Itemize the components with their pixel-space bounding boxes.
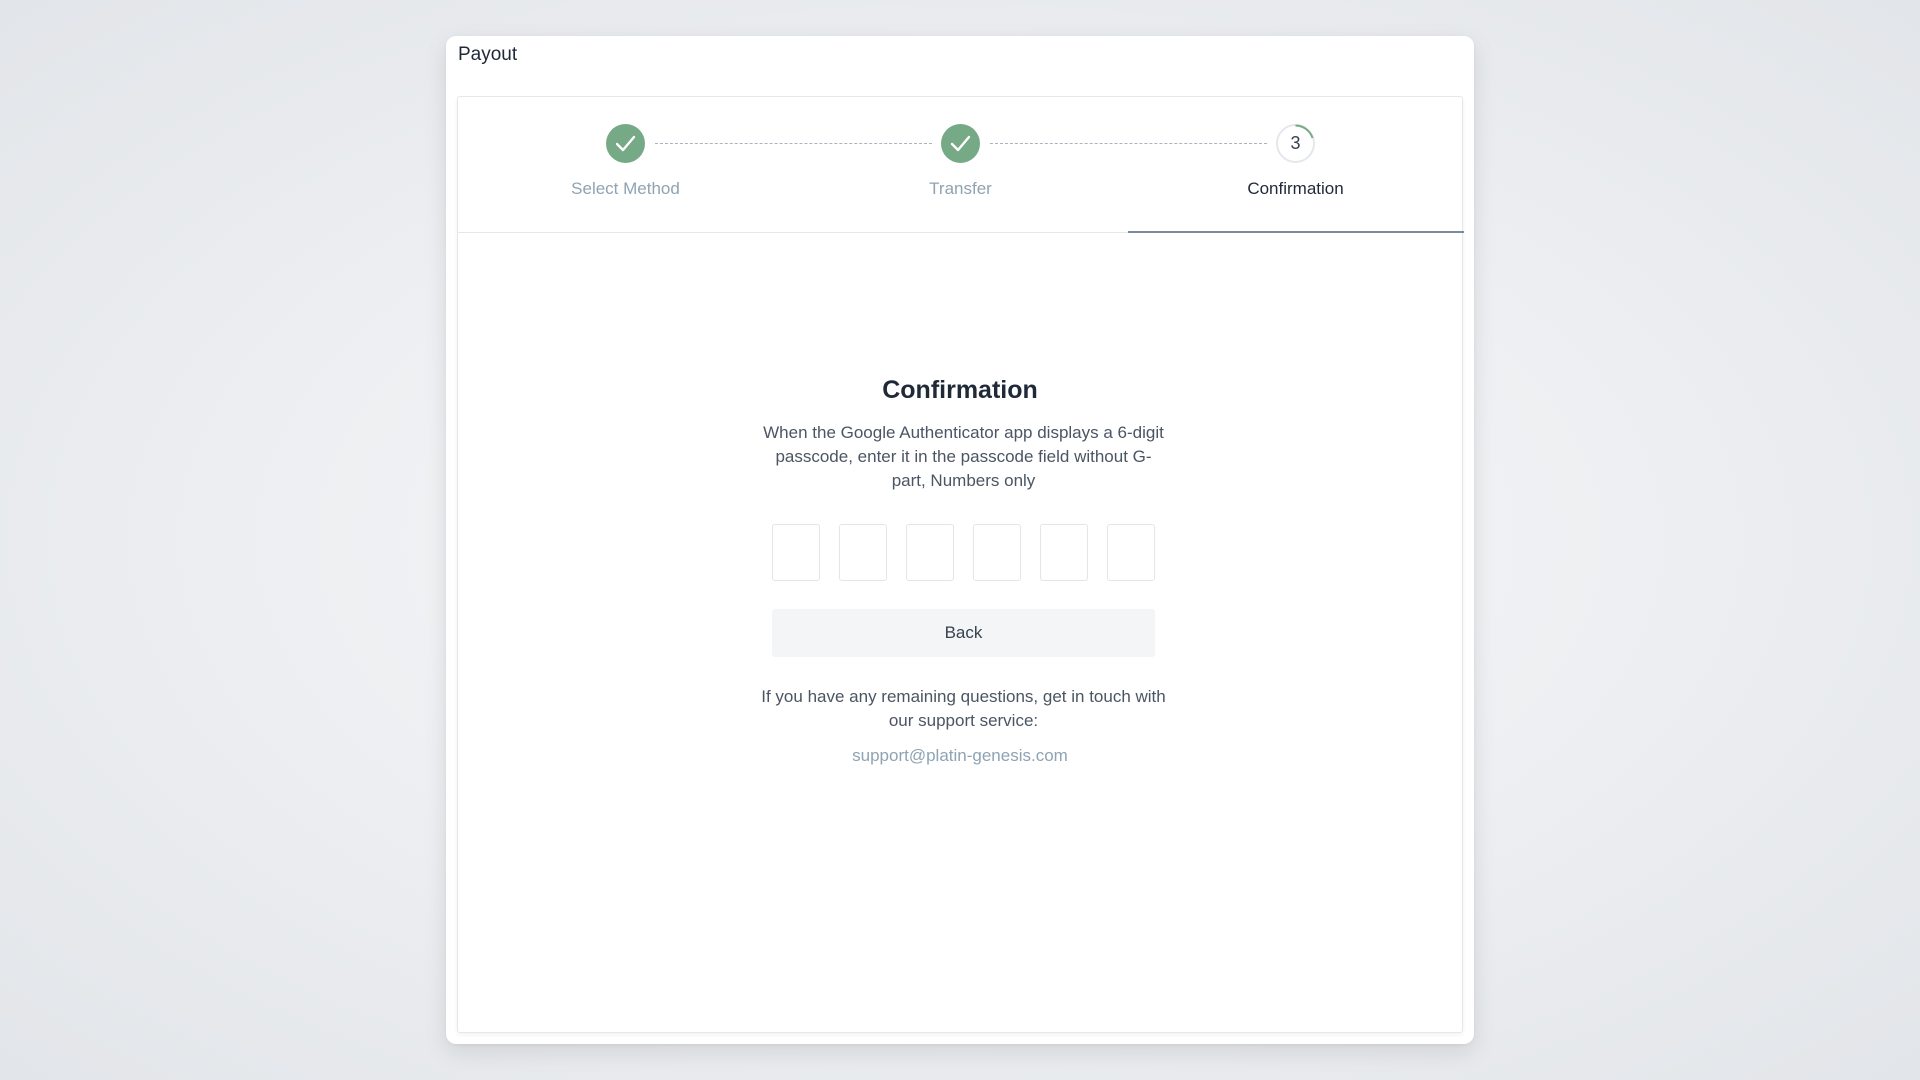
confirmation-heading: Confirmation — [882, 376, 1038, 404]
step-label: Select Method — [571, 179, 680, 198]
step-label: Confirmation — [1247, 179, 1344, 198]
back-button[interactable]: Back — [772, 609, 1155, 657]
step-completed-indicator — [606, 124, 645, 163]
passcode-digit-6[interactable] — [1107, 524, 1155, 581]
stepper: Select Method Transfer 3 Confirmation — [458, 97, 1464, 233]
support-email-container: support@platin-genesis.com — [458, 746, 1462, 766]
step-number: 3 — [1290, 133, 1301, 153]
step-active-indicator: 3 — [1276, 124, 1315, 163]
check-icon — [615, 135, 636, 152]
passcode-digit-1[interactable] — [772, 524, 820, 581]
step-label: Transfer — [929, 179, 992, 198]
passcode-digit-5[interactable] — [1040, 524, 1088, 581]
confirmation-description: When the Google Authenticator app displa… — [763, 423, 1164, 490]
passcode-digit-4[interactable] — [973, 524, 1021, 581]
support-email-link[interactable]: support@platin-genesis.com — [852, 746, 1068, 765]
step-completed-indicator — [941, 124, 980, 163]
payout-modal: Payout Select Method Transfer 3 Confirma… — [446, 36, 1474, 1044]
support-text: If you have any remaining questions, get… — [761, 687, 1166, 730]
modal-title: Payout — [458, 44, 518, 65]
step-select-method[interactable]: Select Method — [458, 97, 793, 233]
active-step-underline — [1128, 231, 1464, 233]
step-transfer[interactable]: Transfer — [793, 97, 1128, 233]
passcode-digit-2[interactable] — [839, 524, 887, 581]
payout-panel: Select Method Transfer 3 Confirmation Co… — [457, 96, 1464, 1033]
passcode-digit-3[interactable] — [906, 524, 954, 581]
step-confirmation[interactable]: 3 Confirmation — [1128, 97, 1463, 233]
passcode-input-group — [772, 524, 1156, 581]
check-icon — [950, 135, 971, 152]
